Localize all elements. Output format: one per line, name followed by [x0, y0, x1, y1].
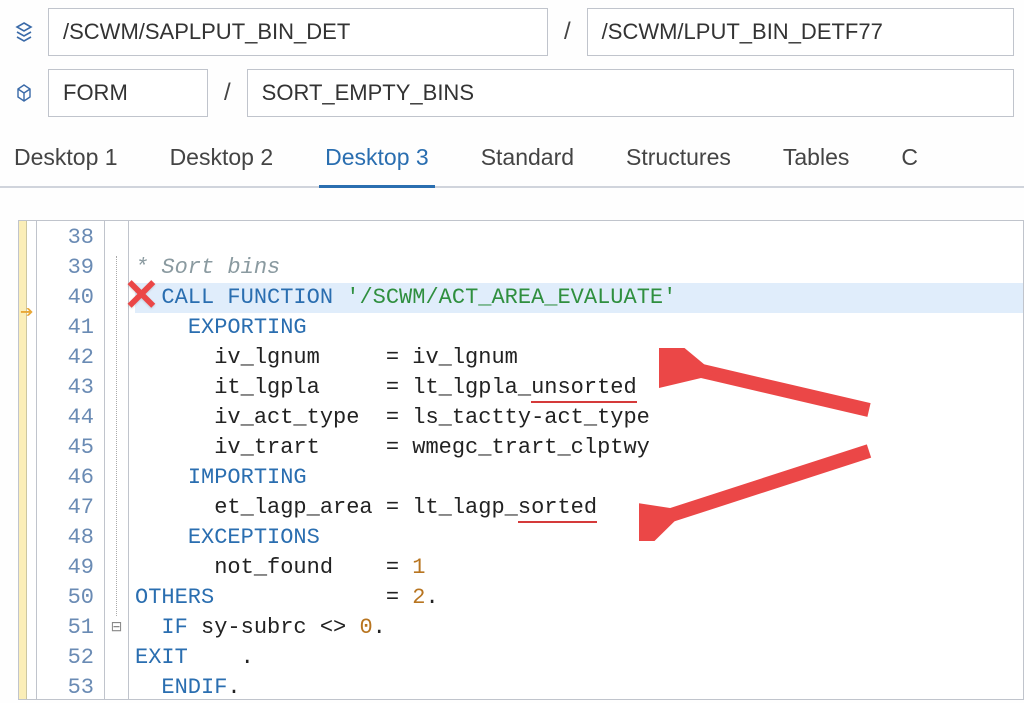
error-x-icon: ✕	[123, 277, 160, 321]
tab-desktop-3[interactable]: Desktop 3	[319, 138, 435, 188]
code-area[interactable]: ✕ * Sort bins CALL FUNCTION '/SCWM/ACT_A…	[129, 221, 1023, 699]
tab-standard[interactable]: Standard	[475, 138, 580, 186]
current-line-arrow-icon: ➔	[20, 302, 33, 322]
objtype-field[interactable]: FORM	[48, 69, 208, 117]
tab-c[interactable]: C	[895, 138, 924, 186]
breadcrumb-row-1: /SCWM/SAPLPUT_BIN_DET / /SCWM/LPUT_BIN_D…	[0, 0, 1024, 61]
tab-structures[interactable]: Structures	[620, 138, 737, 186]
objname-field[interactable]: SORT_EMPTY_BINS	[247, 69, 1014, 117]
code-editor: ➔ 38394041424344454647484950515253 ⊟ ✕ *…	[18, 220, 1024, 700]
hierarchy-icon	[10, 22, 38, 42]
breadcrumb-row-2: FORM / SORT_EMPTY_BINS	[0, 61, 1024, 122]
separator: /	[564, 18, 571, 46]
tab-tables[interactable]: Tables	[777, 138, 855, 186]
line-number-gutter: 38394041424344454647484950515253	[37, 221, 105, 699]
program-field[interactable]: /SCWM/SAPLPUT_BIN_DET	[48, 8, 548, 56]
tab-desktop-2[interactable]: Desktop 2	[164, 138, 280, 186]
tab-bar: Desktop 1 Desktop 2 Desktop 3 Standard Struc…	[0, 122, 1024, 188]
breakpoint-gutter[interactable]: ➔	[19, 221, 37, 699]
separator: /	[224, 79, 231, 107]
include-field[interactable]: /SCWM/LPUT_BIN_DETF77	[587, 8, 1014, 56]
object-icon	[10, 83, 38, 103]
tab-desktop-1[interactable]: Desktop 1	[8, 138, 124, 186]
